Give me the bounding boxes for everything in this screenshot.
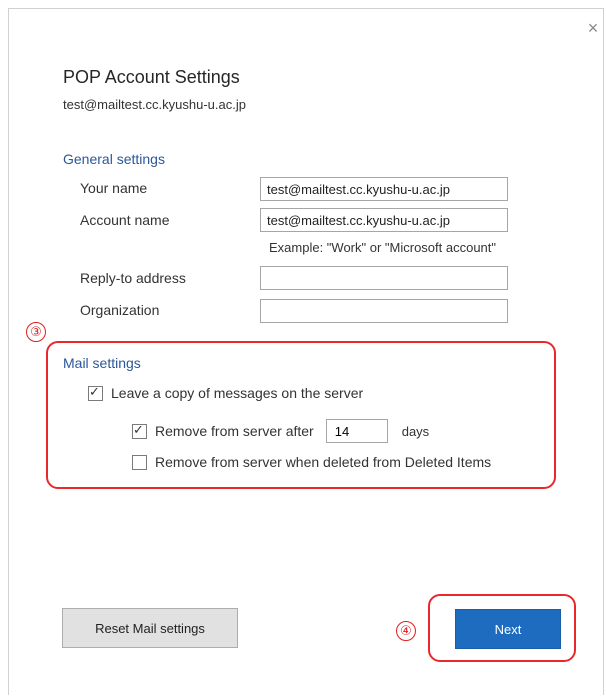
organization-input[interactable] (260, 299, 508, 323)
account-name-example: Example: "Work" or "Microsoft account" (269, 240, 497, 255)
leave-copy-row: ✓ Leave a copy of messages on the server (88, 383, 364, 401)
your-name-input[interactable] (260, 177, 508, 201)
annotation-marker-4: ④ (396, 621, 416, 641)
account-name-input[interactable] (260, 208, 508, 232)
reply-to-input[interactable] (260, 266, 508, 290)
remove-deleted-label: Remove from server when deleted from Del… (155, 454, 492, 470)
dialog-title: POP Account Settings (63, 67, 240, 87)
general-settings-heading: General settings (63, 151, 165, 167)
account-name-label: Account name (80, 212, 170, 228)
your-name-label: Your name (80, 180, 148, 196)
remove-after-checkbox[interactable]: ✓ (132, 421, 147, 439)
days-label: days (401, 423, 430, 439)
check-icon: ✓ (89, 383, 100, 399)
check-icon: ✓ (133, 421, 144, 437)
leave-copy-label: Leave a copy of messages on the server (111, 385, 364, 401)
remove-after-days-input[interactable] (325, 419, 388, 443)
organization-label: Organization (80, 302, 160, 318)
remove-after-row: ✓ Remove from server after days (132, 419, 429, 443)
annotation-marker-3: ③ (26, 322, 46, 342)
mail-settings-heading: Mail settings (63, 355, 141, 371)
reset-mail-settings-button[interactable]: Reset Mail settings (62, 608, 238, 648)
next-button[interactable]: Next (455, 609, 561, 649)
remove-deleted-row: Remove from server when deleted from Del… (132, 454, 491, 470)
close-icon[interactable]: × (583, 18, 603, 38)
remove-after-label: Remove from server after (155, 423, 314, 439)
leave-copy-checkbox[interactable]: ✓ (88, 383, 103, 401)
reply-to-label: Reply-to address (80, 270, 186, 286)
remove-deleted-checkbox[interactable] (132, 454, 147, 470)
account-email: test@mailtest.cc.kyushu-u.ac.jp (63, 97, 246, 112)
